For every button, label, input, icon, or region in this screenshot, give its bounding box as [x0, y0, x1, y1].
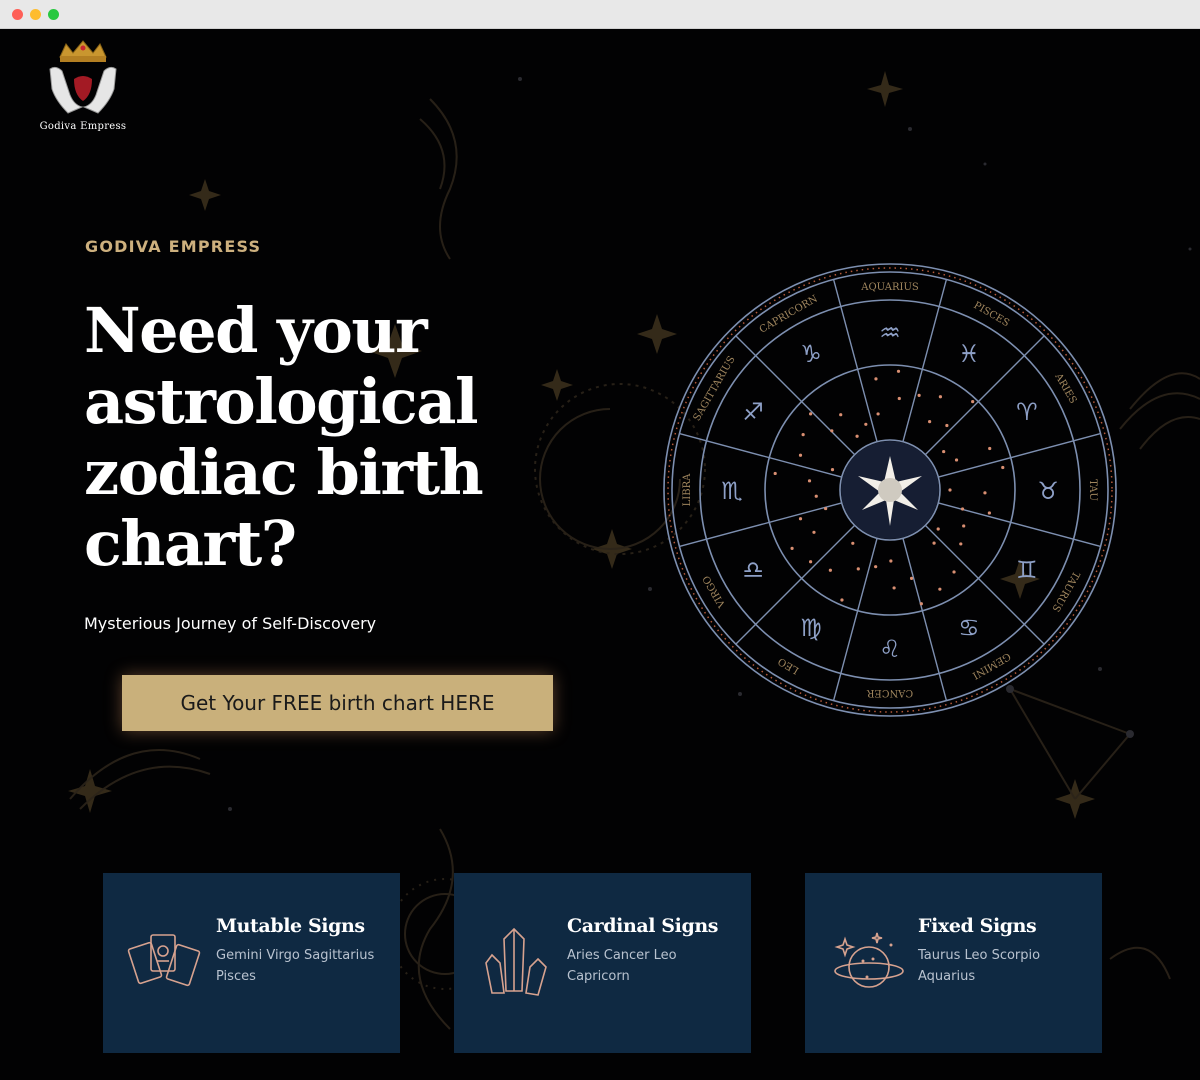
constellation-star — [840, 598, 844, 602]
constellation-star — [807, 479, 812, 483]
constellation-star — [812, 530, 816, 534]
constellation-star — [938, 587, 942, 591]
zodiac-glyph-icon: ♏ — [721, 477, 743, 505]
free-birth-chart-button[interactable]: Get Your FREE birth chart HERE — [122, 675, 553, 731]
constellation-star — [798, 453, 803, 457]
zodiac-glyph-icon: ♌ — [879, 635, 901, 663]
constellation-star — [824, 506, 828, 511]
page: Godiva Empress GODIVA EMPRESS Need your … — [0, 29, 1200, 1080]
zodiac-sign-label: LEO — [776, 655, 801, 676]
zodiac-glyph-icon: ♋ — [958, 614, 980, 642]
constellation-star — [971, 400, 975, 404]
zodiac-glyph-icon: ♊ — [1016, 556, 1038, 584]
zodiac-sign-label: LIBRA — [682, 473, 693, 506]
maximize-window-button[interactable] — [48, 9, 59, 20]
logo-text: Godiva Empress — [39, 121, 127, 132]
crown-hands-icon — [49, 40, 117, 114]
zodiac-sign-label: AQUARIUS — [860, 282, 919, 293]
minimize-window-button[interactable] — [30, 9, 41, 20]
constellation-star — [855, 434, 859, 438]
constellation-star — [897, 396, 901, 401]
zodiac-sign-label: GEMINI — [970, 650, 1012, 681]
planet-icon — [834, 932, 904, 988]
constellation-star — [892, 586, 896, 590]
constellation-star — [938, 395, 943, 399]
zodiac-glyph-icon: ♑ — [800, 340, 822, 368]
card-title: Mutable Signs — [216, 915, 365, 937]
constellation-star — [919, 602, 923, 606]
wheel-divider — [924, 524, 1045, 645]
constellation-star — [828, 568, 832, 572]
constellation-star — [987, 511, 991, 515]
browser-chrome — [0, 0, 1200, 29]
tarot-cards-icon — [127, 934, 201, 987]
zodiac-glyph-icon: ♍ — [800, 614, 822, 642]
constellation-star — [809, 560, 813, 564]
constellation-star — [874, 377, 878, 381]
constellation-star — [856, 567, 860, 571]
constellation-star — [960, 507, 965, 511]
card-cardinal-signs[interactable]: Cardinal Signs Aries Cancer Leo Capricor… — [454, 873, 751, 1053]
constellation-star — [830, 468, 835, 472]
constellation-star — [988, 446, 992, 451]
zodiac-glyph-icon: ♉ — [1037, 477, 1059, 505]
eyebrow-label: GODIVA EMPRESS — [85, 237, 262, 256]
constellation-star — [801, 433, 805, 437]
constellation-star — [790, 546, 794, 550]
constellation-star — [889, 559, 893, 563]
constellation-star — [814, 494, 818, 498]
zodiac-glyph-icon: ♐ — [742, 398, 764, 426]
constellation-star — [983, 491, 987, 495]
zodiac-glyph-icon: ♒ — [879, 319, 901, 347]
zodiac-glyph-icon: ♈ — [1016, 398, 1038, 426]
zodiac-glyph-icon: ♓ — [958, 340, 980, 368]
constellation-star — [864, 422, 868, 426]
constellation-star — [1001, 465, 1005, 470]
constellation-star — [874, 565, 878, 569]
wheel-divider — [924, 335, 1045, 456]
page-title: Need your astrological zodiac birth char… — [84, 294, 484, 580]
hero-subtitle: Mysterious Journey of Self-Discovery — [84, 614, 377, 633]
wheel-divider — [735, 524, 856, 645]
constellation-star — [932, 541, 936, 545]
constellation-star — [830, 429, 834, 433]
close-window-button[interactable] — [12, 9, 23, 20]
zodiac-sign-label: TAU — [1087, 479, 1098, 501]
zodiac-glyph-icon: ♎ — [742, 556, 764, 584]
crystal-icon — [485, 927, 547, 996]
constellation-star — [945, 423, 949, 428]
constellation-star — [839, 413, 843, 417]
zodiac-sign-label: SAGITTARIUS — [692, 354, 738, 423]
card-title: Fixed Signs — [918, 915, 1037, 937]
constellation-star — [876, 412, 880, 416]
zodiac-wheel: ♒♓♈♉♊♋♌♍♎♏♐♑ AQUARIUSPISCESARIESTAUTAURU… — [663, 263, 1117, 717]
card-mutable-signs[interactable]: Mutable Signs Gemini Virgo Sagittarius P… — [103, 873, 400, 1053]
card-description: Aries Cancer Leo Capricorn — [567, 948, 677, 984]
card-fixed-signs[interactable]: Fixed Signs Taurus Leo Scorpio Aquarius — [805, 873, 1102, 1053]
constellation-star — [962, 524, 966, 528]
constellation-star — [948, 488, 952, 492]
constellation-star — [917, 393, 921, 397]
constellation-star — [851, 541, 855, 545]
constellation-star — [798, 517, 803, 521]
constellation-star — [809, 412, 813, 416]
card-description: Gemini Virgo Sagittarius Pisces — [216, 948, 375, 984]
constellation-star — [954, 458, 959, 462]
wheel-divider — [735, 335, 856, 456]
zodiac-sign-label: ARIES — [1052, 371, 1079, 406]
constellation-star — [928, 420, 932, 424]
constellation-star — [909, 576, 914, 581]
constellation-star — [896, 369, 901, 373]
brand-logo[interactable]: Godiva Empress — [28, 39, 138, 139]
zodiac-sign-label: TAURUS — [1049, 569, 1081, 613]
constellation-star — [959, 542, 963, 546]
constellation-star — [773, 471, 777, 476]
zodiac-sign-label: CANCER — [866, 687, 913, 698]
constellation-star — [952, 570, 956, 574]
constellation-star — [936, 527, 940, 531]
constellation-star — [942, 449, 946, 454]
card-title: Cardinal Signs — [567, 915, 719, 937]
card-description: Taurus Leo Scorpio Aquarius — [918, 948, 1041, 984]
